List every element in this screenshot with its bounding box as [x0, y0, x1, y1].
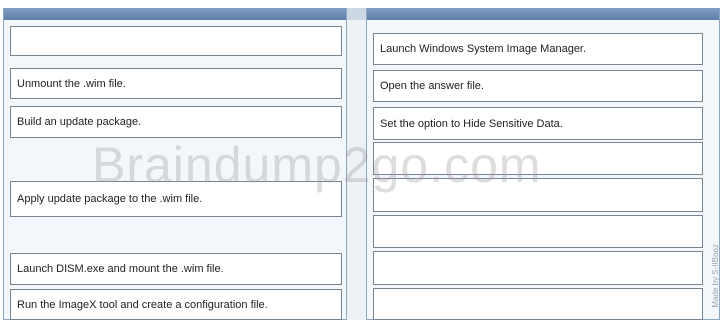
- panel-gap-header: [347, 8, 366, 20]
- sequence-slot-3[interactable]: Set the option to Hide Sensitive Data.: [373, 107, 703, 140]
- sequence-slot-4[interactable]: [373, 142, 703, 175]
- answers-panel-header: [4, 8, 346, 20]
- answer-item-launch-dism[interactable]: Launch DISM.exe and mount the .wim file.: [10, 253, 342, 285]
- answer-item-run-imagex[interactable]: Run the ImageX tool and create a configu…: [10, 289, 342, 320]
- sequence-slot-8[interactable]: [373, 288, 703, 320]
- sequence-slot-6[interactable]: [373, 215, 703, 248]
- sequence-panel: Launch Windows System Image Manager. Ope…: [366, 8, 720, 320]
- answer-slot-empty-top: [10, 26, 342, 56]
- sequence-panel-header: [367, 8, 719, 20]
- sequence-slot-1[interactable]: Launch Windows System Image Manager.: [373, 33, 703, 65]
- sequence-slot-7[interactable]: [373, 251, 703, 285]
- panel-gap: [347, 8, 366, 320]
- answer-item-unmount[interactable]: Unmount the .wim file.: [10, 68, 342, 99]
- sequence-slot-5[interactable]: [373, 178, 703, 212]
- answer-item-apply-package[interactable]: Apply update package to the .wim file.: [10, 181, 342, 217]
- side-credit: Made by S-IIBooz: [711, 244, 720, 308]
- sequence-slot-2[interactable]: Open the answer file.: [373, 70, 703, 102]
- answer-item-build-package[interactable]: Build an update package.: [10, 106, 342, 138]
- answers-panel: Unmount the .wim file. Build an update p…: [3, 8, 347, 320]
